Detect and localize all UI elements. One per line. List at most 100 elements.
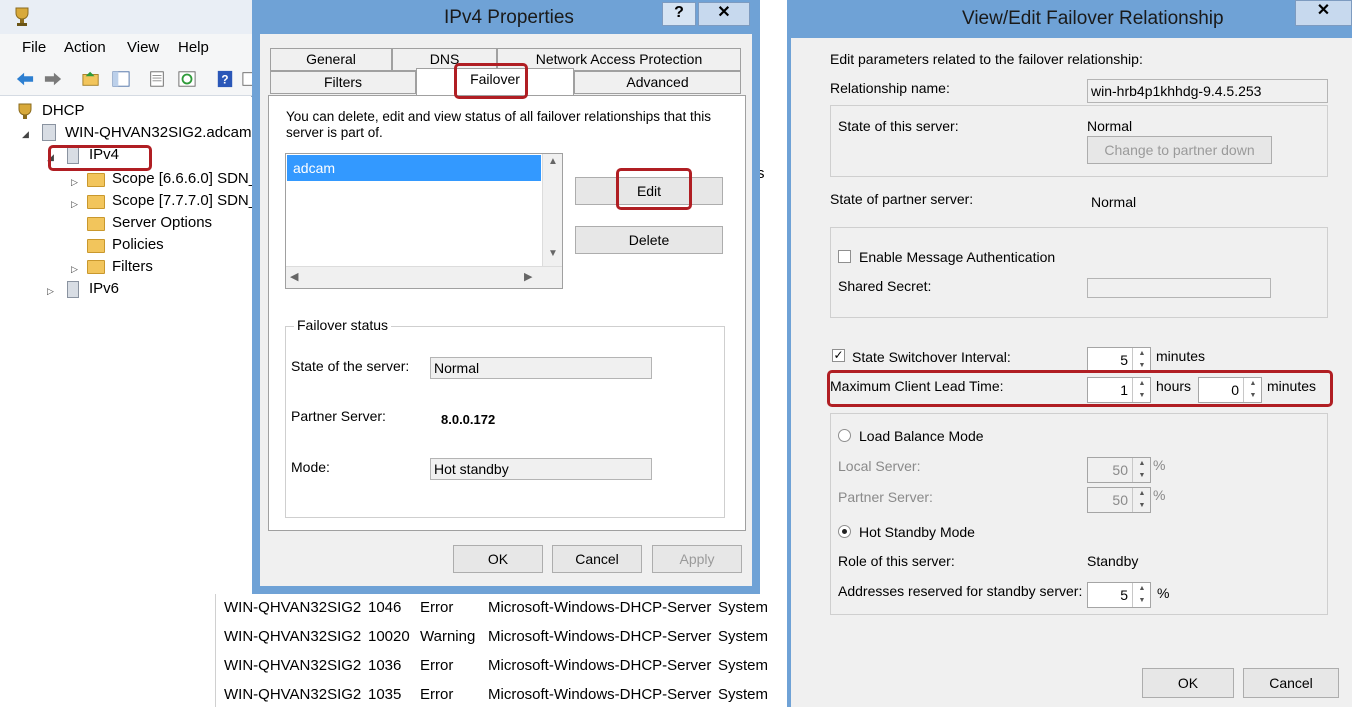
tree-ipv6[interactable]: IPv6 — [89, 280, 119, 297]
ipv4-properties-dialog: IPv4 Properties ? ✕ General DNS Network … — [252, 0, 760, 594]
event-level: Warning — [420, 628, 476, 645]
tree-server-options[interactable]: Server Options — [112, 214, 212, 231]
ipv6-network-icon — [67, 281, 79, 298]
ok-button[interactable]: OK — [453, 545, 543, 573]
switchover-checkbox[interactable]: ✓ — [832, 349, 845, 362]
table-row[interactable]: WIN-QHVAN32SIG2 10020 Warning Microsoft-… — [216, 623, 786, 653]
event-source: WIN-QHVAN32SIG2 — [224, 657, 362, 674]
vertical-scrollbar[interactable]: ▲ ▼ — [542, 154, 562, 266]
menu-action[interactable]: Action — [64, 39, 106, 56]
spinner-arrows-icon[interactable]: ▲ ▼ — [1132, 583, 1150, 607]
relationship-name-field: win-hrb4p1khhdg-9.4.5.253 — [1087, 79, 1328, 103]
close-button[interactable]: ✕ — [1295, 0, 1352, 26]
scroll-down-icon[interactable]: ▼ — [548, 248, 558, 259]
percent-label: % — [1157, 585, 1170, 601]
tree-filters[interactable]: Filters — [112, 258, 153, 275]
partner-label: Partner Server: — [291, 408, 386, 424]
menu-file[interactable]: File — [22, 39, 46, 56]
cancel-button[interactable]: Cancel — [552, 545, 642, 573]
expand-arrow-icon[interactable]: ▷ — [71, 177, 78, 188]
highlight-mclt — [827, 370, 1333, 407]
relationship-list[interactable]: adcam ▲ ▼ ◀ ▶ — [285, 153, 563, 289]
background-strip: s — [757, 0, 787, 594]
mmc-menubar: File Action View Help — [0, 34, 252, 62]
state-value-field: Normal — [430, 357, 652, 379]
mmc-window: File Action View Help ? DHCP ◢ WIN-QHVAN… — [0, 0, 265, 594]
forward-arrow-icon[interactable] — [42, 69, 64, 89]
reserved-value: 5 — [1120, 587, 1128, 603]
svg-text:?: ? — [221, 74, 228, 87]
apply-button[interactable]: Apply — [652, 545, 742, 573]
horizontal-scrollbar[interactable]: ◀ ▶ — [286, 266, 562, 288]
highlight-edit — [616, 168, 692, 210]
tree-scope-1[interactable]: Scope [6.6.6.0] SDN_6 — [112, 170, 265, 187]
dialog-title: View/Edit Failover Relationship — [962, 8, 1224, 29]
percent-label: % — [1153, 487, 1166, 503]
percent-label: % — [1153, 457, 1166, 473]
tree-dhcp[interactable]: DHCP — [42, 102, 85, 119]
close-button[interactable]: ✕ — [698, 2, 750, 26]
load-balance-radio[interactable] — [838, 429, 851, 442]
properties-icon[interactable] — [146, 69, 168, 89]
partner-server-spinner[interactable]: 50 ▲ ▼ — [1087, 487, 1151, 513]
shared-secret-field[interactable] — [1087, 278, 1271, 298]
expand-arrow-icon[interactable]: ▷ — [71, 264, 78, 275]
mmc-toolbar: ? — [0, 62, 255, 96]
menu-help[interactable]: Help — [178, 39, 209, 56]
highlight-failover-tab — [454, 63, 528, 99]
up-folder-icon[interactable] — [80, 69, 102, 89]
expand-arrow-icon[interactable]: ▷ — [71, 199, 78, 210]
delete-button[interactable]: Delete — [575, 226, 723, 254]
event-level: Error — [420, 686, 454, 703]
reserved-spinner[interactable]: 5 ▲ ▼ — [1087, 582, 1151, 608]
scroll-left-icon[interactable]: ◀ — [290, 270, 298, 283]
hot-standby-radio[interactable] — [838, 525, 851, 538]
change-to-partner-down-button[interactable]: Change to partner down — [1087, 136, 1272, 164]
show-hide-tree-icon[interactable] — [110, 69, 132, 89]
scroll-right-icon[interactable]: ▶ — [524, 270, 532, 283]
collapse-arrow-icon[interactable]: ◢ — [22, 129, 29, 140]
menu-view[interactable]: View — [127, 39, 159, 56]
scroll-up-icon[interactable]: ▲ — [548, 156, 558, 167]
cancel-button[interactable]: Cancel — [1243, 668, 1339, 698]
event-level: Error — [420, 657, 454, 674]
table-row[interactable]: WIN-QHVAN32SIG2 1036 Error Microsoft-Win… — [216, 652, 786, 682]
spinner-arrows-icon[interactable]: ▲ ▼ — [1132, 458, 1150, 482]
tree-scope-2[interactable]: Scope [7.7.7.0] SDN_7 — [112, 192, 265, 209]
event-log: System — [718, 628, 769, 645]
enable-auth-label: Enable Message Authentication — [859, 249, 1056, 265]
tree-policies[interactable]: Policies — [112, 236, 164, 253]
role-label: Role of this server: — [838, 553, 955, 569]
event-id: 10020 — [368, 628, 410, 645]
tab-general[interactable]: General — [270, 48, 392, 71]
relationship-name-label: Relationship name: — [830, 80, 950, 96]
enable-auth-checkbox[interactable] — [838, 250, 851, 263]
mode-value-field: Hot standby — [430, 458, 652, 480]
event-source: WIN-QHVAN32SIG2 — [224, 599, 362, 616]
help-button[interactable]: ? — [662, 2, 696, 26]
refresh-icon[interactable] — [176, 69, 198, 89]
spinner-arrows-icon[interactable]: ▲ ▼ — [1132, 348, 1150, 372]
table-row[interactable]: WIN-QHVAN32SIG2 1046 Error Microsoft-Win… — [216, 594, 786, 624]
expand-arrow-icon[interactable]: ▷ — [47, 286, 54, 297]
tab-filters[interactable]: Filters — [270, 71, 416, 94]
spinner-arrows-icon[interactable]: ▲ ▼ — [1132, 488, 1150, 512]
partner-value: 8.0.0.172 — [441, 412, 496, 427]
event-provider: Microsoft-Windows-DHCP-Server — [488, 628, 712, 645]
help-icon[interactable]: ? — [214, 69, 236, 89]
partner-server-label: Partner Server: — [838, 489, 933, 505]
event-id: 1036 — [368, 657, 402, 674]
event-id: 1035 — [368, 686, 402, 703]
event-provider: Microsoft-Windows-DHCP-Server — [488, 657, 712, 674]
tree-server[interactable]: WIN-QHVAN32SIG2.adcam.c — [65, 124, 263, 141]
failover-relationship-dialog: View/Edit Failover Relationship ✕ Edit p… — [787, 0, 1352, 707]
local-server-spinner[interactable]: 50 ▲ ▼ — [1087, 457, 1151, 483]
tab-advanced[interactable]: Advanced — [574, 71, 741, 94]
minutes-label: minutes — [1156, 348, 1206, 364]
role-value: Standby — [1087, 553, 1139, 569]
back-arrow-icon[interactable] — [14, 69, 36, 89]
ok-button[interactable]: OK — [1142, 668, 1234, 698]
list-item[interactable]: adcam — [287, 155, 541, 181]
mmc-titlebar — [0, 0, 252, 34]
mmc-tree: DHCP ◢ WIN-QHVAN32SIG2.adcam.c ◢ IPv4 ▷ … — [0, 97, 265, 594]
